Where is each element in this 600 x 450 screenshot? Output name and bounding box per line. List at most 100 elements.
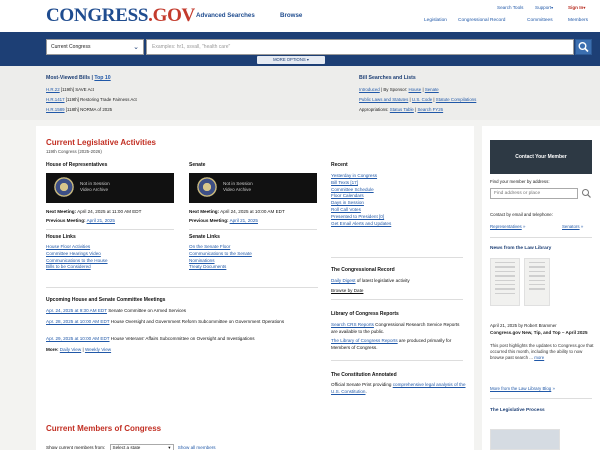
recent-link[interactable]: Roll Call Votes [331, 207, 391, 212]
congress-label: 119th Congress (2025-2026) [46, 149, 102, 154]
recent-link[interactable]: Presented to President [0] [331, 214, 391, 219]
recent-link[interactable]: Floor Calendars [331, 193, 391, 198]
public-laws-link[interactable]: Public Laws and Statutes [359, 97, 408, 102]
senate-link[interactable]: Nominations [189, 258, 252, 263]
senate-link[interactable]: Communications to the Senate [189, 251, 252, 256]
sign-in-link[interactable]: Sign In▾ [568, 5, 585, 10]
search-scope-select[interactable]: Current Congress ⌄ [46, 39, 144, 55]
search-button[interactable] [575, 39, 592, 55]
loc-reports-link[interactable]: The Library of Congress Reports [331, 338, 398, 343]
blog-link-label: More from the Law Library Blog [490, 386, 552, 391]
address-input[interactable]: Find address or place [490, 188, 578, 199]
senate-link[interactable]: Treaty Documents [189, 264, 252, 269]
nav-browse[interactable]: Browse [280, 12, 302, 19]
recent-link[interactable]: Bill Texts [17] [331, 180, 391, 185]
statute-compilations-link[interactable]: Statute Compilations [436, 97, 477, 102]
house-video-status: Not in Session Video Archive [80, 181, 110, 193]
search-bar: Current Congress ⌄ Examples: hr1, ssvall,… [0, 32, 600, 66]
house-link[interactable]: House Floor Activities [46, 244, 108, 249]
bill-link[interactable]: H.R.1589 [46, 107, 65, 112]
legislative-activities-panel: Current Legislative Activities 119th Con… [36, 126, 474, 426]
search-icon [582, 189, 591, 198]
status-table-link[interactable]: Status Table [390, 107, 414, 112]
browse-by-date-link[interactable]: Browse by Date [331, 288, 363, 293]
constitution-description: Official Senate Print providing [331, 382, 393, 387]
senate-sponsor-link[interactable]: Senate [425, 87, 439, 92]
nav-advanced-searches[interactable]: Advanced Searches [196, 12, 255, 19]
legislative-process-thumbnail[interactable] [490, 429, 560, 450]
house-link[interactable]: Committee Hearings Video [46, 251, 108, 256]
subnav-congressional-record[interactable]: Congressional Record [458, 18, 505, 23]
news-headline[interactable]: Congress.gov New, Tip, and Top – April 2… [490, 330, 594, 336]
house-video-player[interactable]: Not in Session Video Archive [46, 173, 174, 203]
previous-meeting-link[interactable]: April 21, 2025 [87, 218, 115, 223]
introduced-link[interactable]: Introduced [359, 87, 380, 92]
bill-title: [119th] Restoring Trade Fairness Act [65, 97, 137, 102]
house-link[interactable]: Bills to be Considered [46, 264, 108, 269]
recent-link[interactable]: Days in Session [331, 200, 391, 205]
search-input[interactable]: Examples: hr1, ssvall, "health care" [146, 39, 574, 55]
constitution-title: The Constitution Annotated [331, 372, 397, 378]
arrow-right-icon: » [580, 224, 584, 229]
address-search-button[interactable] [581, 188, 592, 201]
news-more-link[interactable]: more [534, 355, 544, 360]
house-link[interactable]: Communications to the House [46, 258, 108, 263]
subnav-committees[interactable]: Committees [527, 18, 553, 23]
digest-text: of latest legislative activity [355, 278, 410, 283]
support-link[interactable]: Support▾ [535, 5, 553, 10]
house-sponsor-link[interactable]: House [409, 87, 422, 92]
senators-link[interactable]: Senators » [562, 224, 583, 229]
senate-links-list: On the Senate Floor Communications to th… [189, 244, 252, 271]
news-thumbnail[interactable] [524, 258, 550, 306]
house-links-list: House Floor Activities Committee Hearing… [46, 244, 108, 271]
more-options-toggle[interactable]: MORE OPTIONS ▾ [257, 56, 325, 64]
recent-link[interactable]: Get Email Alerts and Updates [331, 221, 391, 226]
search-icon [578, 42, 589, 53]
video-archive-label: Video Archive [80, 187, 109, 192]
representatives-link[interactable]: Representatives » [490, 224, 525, 229]
search-tools-link[interactable]: Search Tools [497, 5, 523, 10]
state-select[interactable]: Select a state ▾ [109, 444, 174, 450]
blog-link[interactable]: More from the Law Library Blog » [490, 386, 555, 391]
meeting-date-link[interactable]: Apr. 24, 2025 at 9:30 AM EDT [46, 308, 107, 313]
subnav-members[interactable]: Members [568, 18, 588, 23]
meetings-more: More: Daily View | Weekly View [46, 347, 111, 352]
divider [490, 237, 592, 238]
recent-link[interactable]: Yesterday in Congress [331, 173, 391, 178]
divider [490, 398, 592, 399]
divider [46, 287, 318, 288]
members-title: Current Members of Congress [46, 424, 162, 433]
senate-video-player[interactable]: Not in Session Video Archive [189, 173, 317, 203]
daily-view-link[interactable]: Daily View [60, 347, 81, 352]
search-fy26-link[interactable]: Search FY26 [417, 107, 443, 112]
recent-link[interactable]: Committee Schedule [331, 187, 391, 192]
bill-title: [118th] NORMA of 2025 [65, 107, 113, 112]
members-filter-row: Show current members from: Select a stat… [46, 444, 216, 450]
daily-digest-link[interactable]: Daily Digest [331, 278, 356, 283]
show-all-members-link[interactable]: Show all members [178, 445, 216, 450]
senate-link[interactable]: On the Senate Floor [189, 244, 252, 249]
meeting-date-link[interactable]: Apr. 29, 2025 at 10:00 AM EDT [46, 336, 110, 341]
video-archive-label: Video Archive [223, 187, 252, 192]
news-thumbnail[interactable] [490, 258, 520, 306]
chevron-down-icon: ▾ [551, 5, 554, 10]
weekly-view-link[interactable]: Weekly View [85, 347, 111, 352]
meeting-date-link[interactable]: Apr. 28, 2025 at 10:00 AM EDT [46, 319, 110, 324]
search-crs-link[interactable]: Search CRS Reports [331, 322, 374, 327]
site-logo[interactable]: CONGRESS.GOV [46, 5, 195, 27]
activities-title: Current Legislative Activities [46, 138, 156, 147]
contact-by-label: Contact by email and telephone: [490, 212, 553, 217]
house-links-title: House Links [46, 234, 76, 240]
house-seal-icon [54, 177, 74, 197]
bill-link[interactable]: H.R.22 [46, 87, 60, 92]
separator: | [409, 97, 411, 102]
previous-meeting-label: Previous Meeting: [46, 218, 86, 223]
us-code-link[interactable]: U.S. Code [412, 97, 432, 102]
meeting-title: Senate Committee on Armed Services [106, 308, 187, 313]
previous-meeting-link[interactable]: April 21, 2025 [230, 218, 258, 223]
subnav-legislation[interactable]: Legislation [424, 18, 447, 23]
contact-your-member-button[interactable]: Contact Your Member [490, 140, 592, 174]
next-meeting-value: April 24, 2025 at 10:00 AM EDT [220, 209, 285, 214]
bill-link[interactable]: H.R.1417 [46, 97, 65, 102]
top-10-link[interactable]: Top 10 [94, 75, 110, 81]
